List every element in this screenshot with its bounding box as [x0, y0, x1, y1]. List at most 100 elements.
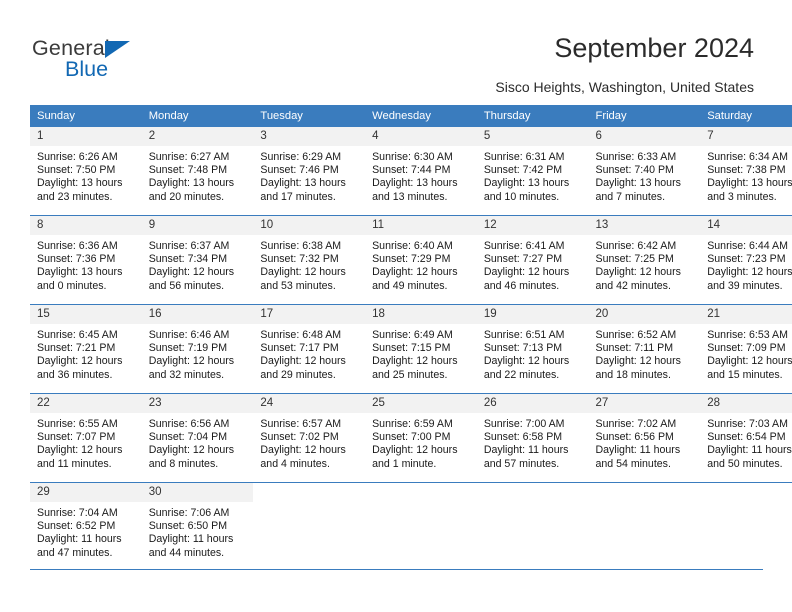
calendar-day-cell[interactable]: 20 Sunrise: 6:52 AM Sunset: 7:11 PM Dayligh… [588, 304, 701, 394]
day-daylight2-text: and 29 minutes. [260, 368, 336, 381]
day-sunset-text: Sunset: 7:48 PM [148, 164, 228, 177]
calendar-day-cell[interactable]: 21 Sunrise: 6:53 AM Sunset: 7:09 PM Dayligh… [700, 304, 792, 394]
calendar-day-cell[interactable]: 8 Sunrise: 6:36 AM Sunset: 7:36 PM Daylight… [30, 215, 142, 305]
day-daylight1-text: Daylight: 12 hours [148, 444, 235, 457]
calendar-day-cell[interactable]: 2 Sunrise: 6:27 AM Sunset: 7:48 PM Daylight… [141, 126, 254, 216]
day-daylight1-text: Daylight: 13 hours [260, 177, 346, 190]
day-sunset-text: Sunset: 7:40 PM [595, 164, 674, 177]
day-daylight2-text: and 44 minutes. [148, 546, 225, 559]
day-daylight2-text: and 7 minutes. [595, 190, 666, 203]
day-daylight2-text: and 36 minutes. [37, 368, 113, 381]
calendar-day-cell[interactable]: 16 Sunrise: 6:46 AM Sunset: 7:19 PM Dayligh… [141, 304, 254, 394]
calendar-day-cell[interactable]: 5 Sunrise: 6:31 AM Sunset: 7:42 PM Daylight… [476, 126, 589, 216]
day-number: 8 [30, 216, 142, 235]
day-sunset-text: Sunset: 6:54 PM [707, 431, 786, 444]
day-daylight1-text: Daylight: 12 hours [260, 444, 346, 457]
calendar-day-cell[interactable]: 27 Sunrise: 7:02 AM Sunset: 6:56 PM Dayligh… [588, 393, 701, 483]
day-daylight2-text: and 54 minutes. [595, 457, 671, 470]
day-number: 21 [700, 305, 792, 324]
day-daylight2-text: and 1 minute. [372, 457, 437, 470]
day-sunrise-text: Sunrise: 6:45 AM [37, 329, 118, 341]
day-daylight2-text: and 23 minutes. [37, 190, 113, 203]
day-number: 26 [476, 394, 589, 413]
day-number: 14 [700, 216, 792, 235]
day-number: 16 [141, 305, 254, 324]
day-number: 11 [365, 216, 477, 235]
calendar-day-cell[interactable]: 25 Sunrise: 6:59 AM Sunset: 7:00 PM Dayligh… [365, 393, 477, 483]
day-sunrise-text: Sunrise: 7:06 AM [148, 507, 230, 519]
calendar-week-row: 29 Sunrise: 7:04 AM Sunset: 6:52 PM Dayligh… [30, 482, 792, 571]
calendar-day-cell[interactable]: 26 Sunrise: 7:00 AM Sunset: 6:58 PM Dayligh… [476, 393, 589, 483]
day-sunset-text: Sunset: 6:50 PM [148, 520, 228, 533]
day-number: 15 [30, 305, 142, 324]
day-daylight1-text: Daylight: 12 hours [707, 355, 792, 368]
day-sunset-text: Sunset: 7:04 PM [148, 431, 228, 444]
day-number: 22 [30, 394, 142, 413]
day-sun-info: Sunrise: 6:49 AM Sunset: 7:15 PM Daylight:… [365, 324, 477, 382]
day-daylight1-text: Daylight: 12 hours [483, 355, 570, 368]
day-sunrise-text: Sunrise: 7:03 AM [707, 418, 788, 430]
calendar-day-cell[interactable]: 24 Sunrise: 6:57 AM Sunset: 7:02 PM Dayligh… [253, 393, 366, 483]
calendar-day-cell[interactable]: 6 Sunrise: 6:33 AM Sunset: 7:40 PM Daylight… [588, 126, 701, 216]
calendar-day-cell[interactable]: 12 Sunrise: 6:41 AM Sunset: 7:27 PM Dayligh… [476, 215, 589, 305]
calendar-day-cell[interactable]: 28 Sunrise: 7:03 AM Sunset: 6:54 PM Dayligh… [700, 393, 792, 483]
day-daylight1-text: Daylight: 11 hours [37, 533, 122, 546]
calendar-day-cell[interactable]: 4 Sunrise: 6:30 AM Sunset: 7:44 PM Daylight… [365, 126, 477, 216]
day-sunset-text: Sunset: 7:34 PM [148, 253, 228, 266]
day-number: 12 [476, 216, 589, 235]
calendar-day-cell-empty [588, 482, 701, 571]
day-daylight2-text: and 32 minutes. [148, 368, 225, 381]
calendar-day-cell[interactable]: 13 Sunrise: 6:42 AM Sunset: 7:25 PM Dayligh… [588, 215, 701, 305]
day-daylight1-text: Daylight: 12 hours [372, 355, 458, 368]
day-sun-info: Sunrise: 7:03 AM Sunset: 6:54 PM Daylight:… [700, 413, 792, 471]
day-sunrise-text: Sunrise: 6:40 AM [372, 240, 453, 252]
calendar-day-cell[interactable]: 1 Sunrise: 6:26 AM Sunset: 7:50 PM Daylight… [30, 126, 142, 216]
calendar-day-cell[interactable]: 23 Sunrise: 6:56 AM Sunset: 7:04 PM Dayligh… [141, 393, 254, 483]
calendar-day-cell[interactable]: 29 Sunrise: 7:04 AM Sunset: 6:52 PM Dayligh… [30, 482, 142, 571]
day-sunrise-text: Sunrise: 6:53 AM [707, 329, 788, 341]
day-sun-info: Sunrise: 6:42 AM Sunset: 7:25 PM Daylight:… [589, 235, 701, 293]
calendar-day-cell[interactable]: 17 Sunrise: 6:48 AM Sunset: 7:17 PM Dayligh… [253, 304, 366, 394]
day-sun-info: Sunrise: 6:33 AM Sunset: 7:40 PM Daylight:… [589, 146, 701, 204]
calendar-day-cell[interactable]: 3 Sunrise: 6:29 AM Sunset: 7:46 PM Daylight… [253, 126, 366, 216]
calendar-day-cell[interactable]: 15 Sunrise: 6:45 AM Sunset: 7:21 PM Dayligh… [30, 304, 142, 394]
day-daylight2-text: and 13 minutes. [372, 190, 448, 203]
day-daylight1-text: Daylight: 13 hours [707, 177, 792, 190]
calendar-day-cell-empty [253, 482, 366, 571]
calendar-day-cell[interactable]: 7 Sunrise: 6:34 AM Sunset: 7:38 PM Daylight… [700, 126, 792, 216]
calendar-day-cell[interactable]: 18 Sunrise: 6:49 AM Sunset: 7:15 PM Dayligh… [365, 304, 477, 394]
day-sunset-text: Sunset: 7:11 PM [595, 342, 674, 355]
calendar-day-cell[interactable]: 11 Sunrise: 6:40 AM Sunset: 7:29 PM Dayligh… [365, 215, 477, 305]
day-sunrise-text: Sunrise: 6:36 AM [37, 240, 118, 252]
page-header: General Blue September 2024 Sisco Height… [0, 0, 792, 104]
day-daylight2-text: and 0 minutes. [37, 279, 107, 292]
triangle-logo-icon [105, 41, 130, 58]
day-sunrise-text: Sunrise: 6:51 AM [483, 329, 565, 341]
day-daylight2-text: and 11 minutes. [37, 457, 112, 470]
calendar-day-cell[interactable]: 14 Sunrise: 6:44 AM Sunset: 7:23 PM Dayligh… [700, 215, 792, 305]
day-daylight1-text: Daylight: 12 hours [372, 444, 458, 457]
day-sun-info: Sunrise: 6:37 AM Sunset: 7:34 PM Daylight:… [142, 235, 254, 293]
day-sunrise-text: Sunrise: 6:27 AM [148, 151, 230, 163]
day-sunset-text: Sunset: 7:50 PM [37, 164, 116, 177]
calendar-day-cell[interactable]: 9 Sunrise: 6:37 AM Sunset: 7:34 PM Daylight… [141, 215, 254, 305]
day-sunset-text: Sunset: 7:44 PM [372, 164, 451, 177]
day-sun-info: Sunrise: 6:30 AM Sunset: 7:44 PM Daylight:… [365, 146, 477, 204]
calendar-day-cell[interactable]: 19 Sunrise: 6:51 AM Sunset: 7:13 PM Dayligh… [476, 304, 589, 394]
day-sunset-text: Sunset: 7:15 PM [372, 342, 451, 355]
day-daylight1-text: Daylight: 11 hours [483, 444, 569, 457]
general-blue-logo: General Blue [32, 36, 202, 84]
calendar-day-cell[interactable]: 10 Sunrise: 6:38 AM Sunset: 7:32 PM Dayligh… [253, 215, 366, 305]
day-sunrise-text: Sunrise: 6:31 AM [483, 151, 565, 163]
calendar-day-cell[interactable]: 30 Sunrise: 7:06 AM Sunset: 6:50 PM Dayligh… [141, 482, 254, 571]
day-daylight2-text: and 18 minutes. [595, 368, 671, 381]
day-daylight1-text: Daylight: 12 hours [260, 266, 346, 279]
calendar-header-row: Sunday Monday Tuesday Wednesday Thursday… [30, 105, 792, 127]
day-daylight1-text: Daylight: 13 hours [372, 177, 458, 190]
day-daylight1-text: Daylight: 11 hours [595, 444, 681, 457]
day-daylight2-text: and 4 minutes. [260, 457, 330, 470]
day-sunset-text: Sunset: 6:58 PM [483, 431, 563, 444]
calendar-day-cell[interactable]: 22 Sunrise: 6:55 AM Sunset: 7:07 PM Dayligh… [30, 393, 142, 483]
day-sunrise-text: Sunrise: 7:02 AM [595, 418, 677, 430]
day-daylight2-text: and 57 minutes. [483, 457, 560, 470]
